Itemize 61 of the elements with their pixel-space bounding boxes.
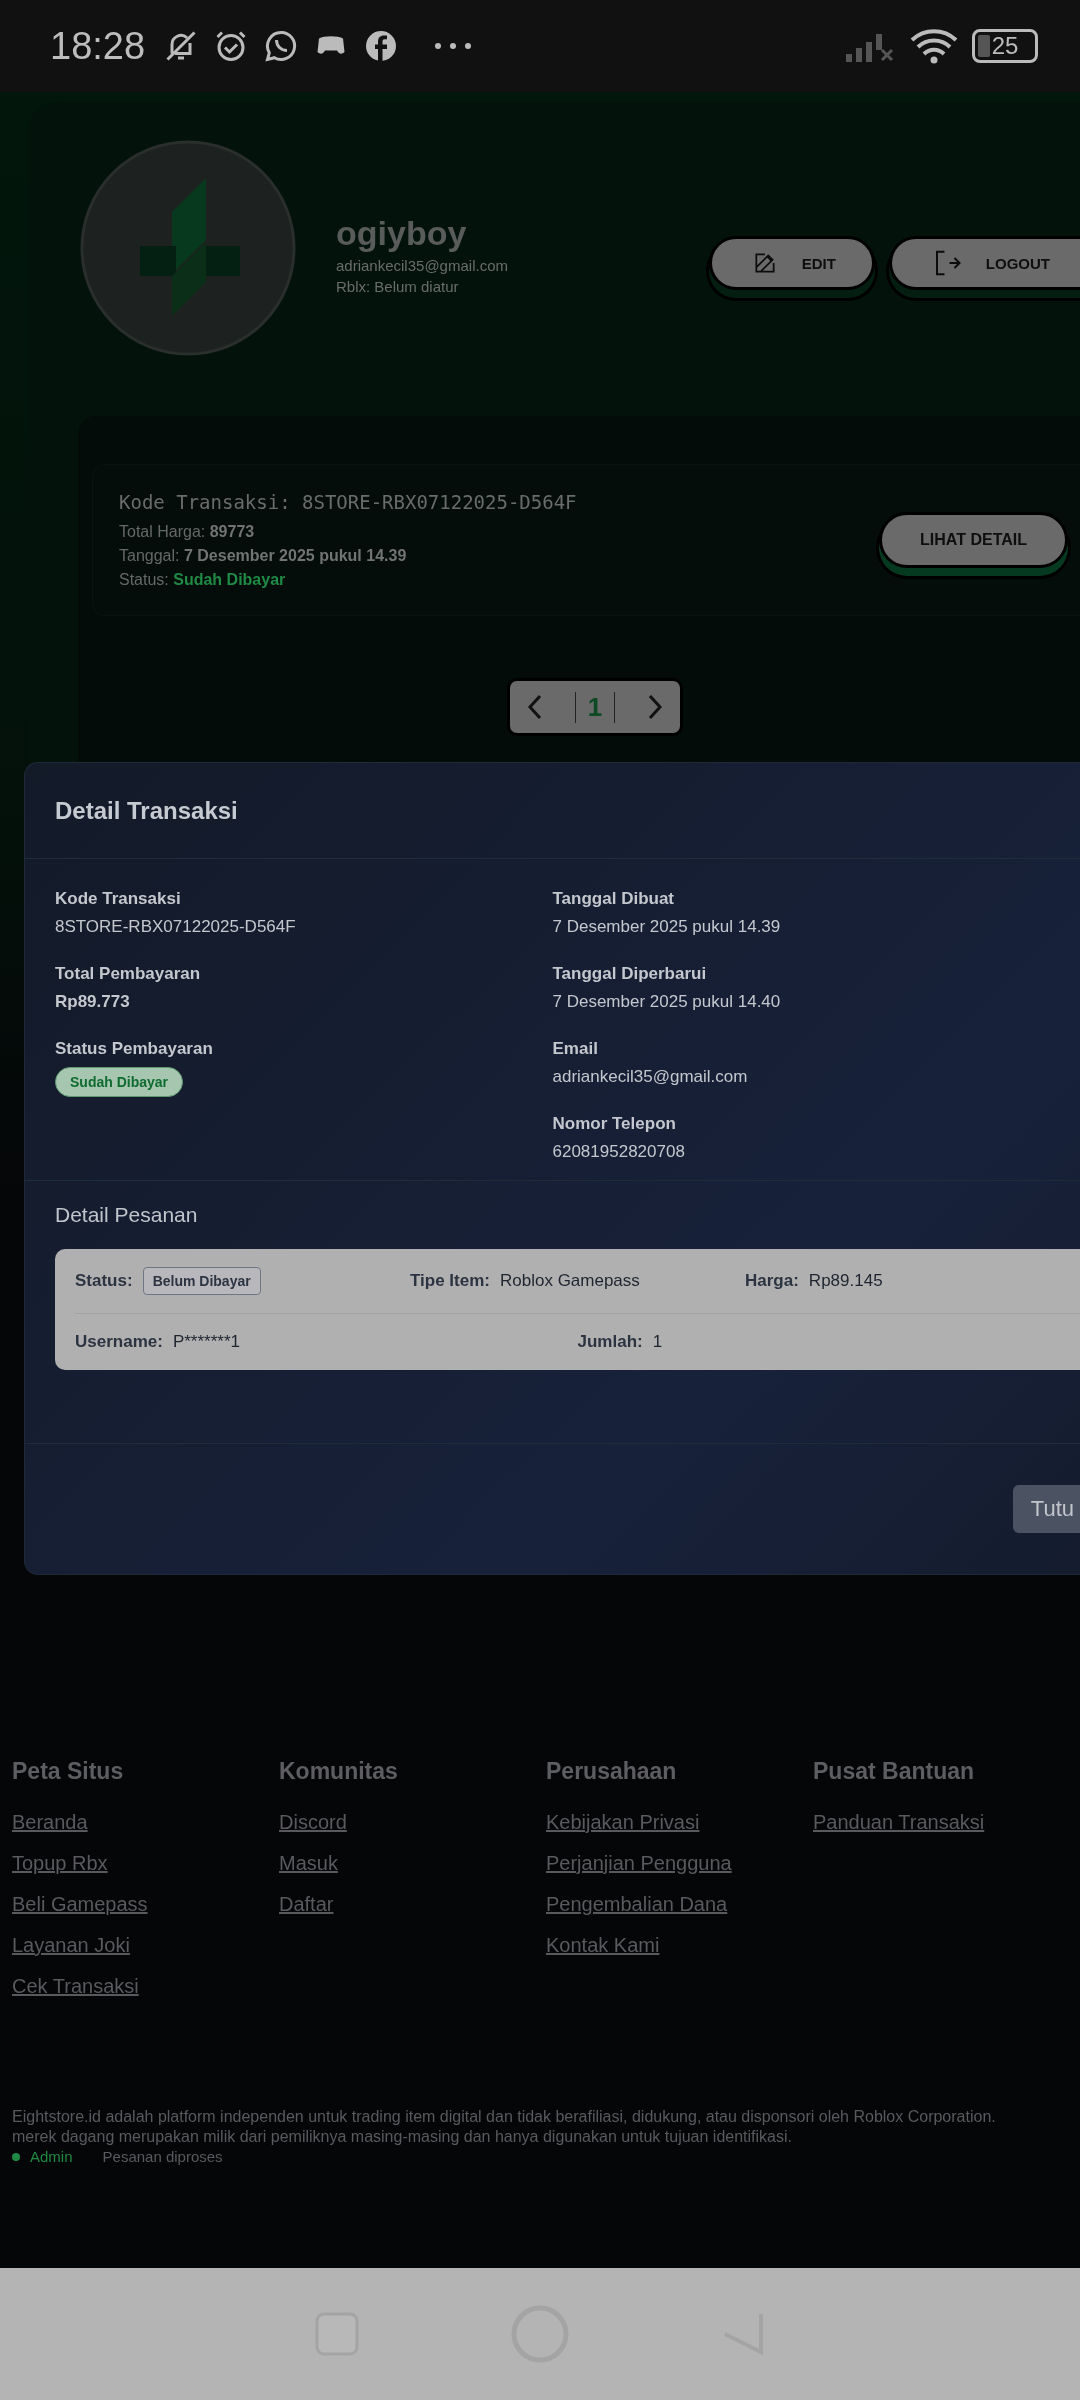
order-status: Belum Dibayar	[142, 1267, 261, 1295]
field-value: 62081952820708	[552, 1142, 685, 1162]
footer-heading: Pusat Bantuan	[813, 1758, 975, 1785]
battery-indicator: 25	[972, 29, 1038, 63]
toast-message: Pesanan diproses	[102, 2148, 223, 2165]
field-label: Status:	[75, 1271, 133, 1291]
section-title: Detail Pesanan	[55, 1203, 199, 1227]
footer-link[interactable]: Beranda	[12, 1811, 88, 1834]
field-value: Rp89.145	[808, 1271, 883, 1291]
field-label: Jumlah:	[577, 1332, 643, 1352]
field-label: Email	[552, 1039, 598, 1059]
transaction-code: Kode Transaksi: 8STORE-RBX07122025-D564F	[119, 491, 578, 513]
field-label: Username:	[75, 1332, 163, 1352]
toast-sender: Admin	[30, 2148, 73, 2165]
more-icon	[433, 41, 474, 51]
field-value: P*******1	[172, 1332, 240, 1352]
footer-link[interactable]: Kebijakan Privasi	[546, 1811, 700, 1834]
field-value: 7 Desember 2025 pukul 14.39	[552, 917, 781, 937]
footer-link[interactable]: Discord	[279, 1811, 347, 1834]
close-button[interactable]: Tutu	[1012, 1485, 1080, 1533]
dialog-title: Detail Transaksi	[55, 796, 238, 825]
field-label: Tanggal Dibuat	[552, 889, 674, 909]
total-price: Total Harga: 89773	[119, 523, 256, 541]
footer-link[interactable]: Layanan Joki	[12, 1934, 130, 1957]
footer-link[interactable]: Panduan Transaksi	[813, 1811, 985, 1834]
username: ogiyboy	[336, 213, 468, 253]
field-label: Kode Transaksi	[55, 889, 181, 909]
footer-link[interactable]: Kontak Kami	[546, 1934, 660, 1957]
transaction-status: Status: Sudah Dibayar	[119, 571, 287, 589]
field-label: Total Pembayaran	[55, 964, 201, 984]
field-label: Nomor Telepon	[552, 1114, 676, 1134]
disclaimer-text: Eightstore.id adalah platform independen untuk trading item digital dan tidak berafiliasi, didukung, atau disponsori oleh Roblox Corporation.	[12, 2108, 997, 2126]
footer-link[interactable]: Masuk	[279, 1852, 338, 1875]
field-label: Harga:	[745, 1271, 799, 1291]
footer-heading: Komunitas	[279, 1758, 398, 1785]
clock-time: 18:28	[50, 24, 146, 68]
field-value: 1	[652, 1332, 663, 1352]
footer-link[interactable]: Perjanjian Pengguna	[546, 1852, 732, 1875]
page-number[interactable]: 1	[574, 691, 616, 723]
field-value: adriankecil35@gmail.com	[552, 1067, 748, 1087]
footer-heading: Perusahaan	[546, 1758, 677, 1785]
payment-status: Sudah Dibayar	[55, 1067, 184, 1097]
footer-link[interactable]: Beli Gamepass	[12, 1893, 148, 1916]
roblox-username: Rblx: Belum diatur	[336, 277, 460, 295]
field-label: Tanggal Diperbarui	[552, 964, 707, 984]
footer-link[interactable]: Topup Rbx	[12, 1852, 108, 1875]
online-dot	[12, 2152, 20, 2161]
transaction-date: Tanggal: 7 Desember 2025 pukul 14.39	[119, 547, 408, 565]
field-label: Tipe Item:	[410, 1271, 490, 1291]
user-email: adriankecil35@gmail.com	[336, 256, 508, 274]
field-value: Roblox Gamepass	[500, 1271, 640, 1291]
field-value: 7 Desember 2025 pukul 14.40	[552, 992, 781, 1012]
wifi-icon	[910, 28, 958, 64]
footer-link[interactable]: Daftar	[279, 1893, 334, 1916]
field-value: 8STORE-RBX07122025-D564F	[55, 917, 296, 937]
field-label: Status Pembayaran	[55, 1039, 213, 1059]
footer-link[interactable]: Pengembalian Dana	[546, 1893, 728, 1916]
footer-link[interactable]: Cek Transaksi	[12, 1975, 139, 1998]
field-value: Rp89.773	[55, 992, 130, 1012]
footer-heading: Peta Situs	[12, 1758, 124, 1785]
disclaimer-text: merek dagang merupakan milik dari pemiliknya masing-masing dan hanya digunakan untuk tujuan identifikasi.	[12, 2128, 793, 2146]
